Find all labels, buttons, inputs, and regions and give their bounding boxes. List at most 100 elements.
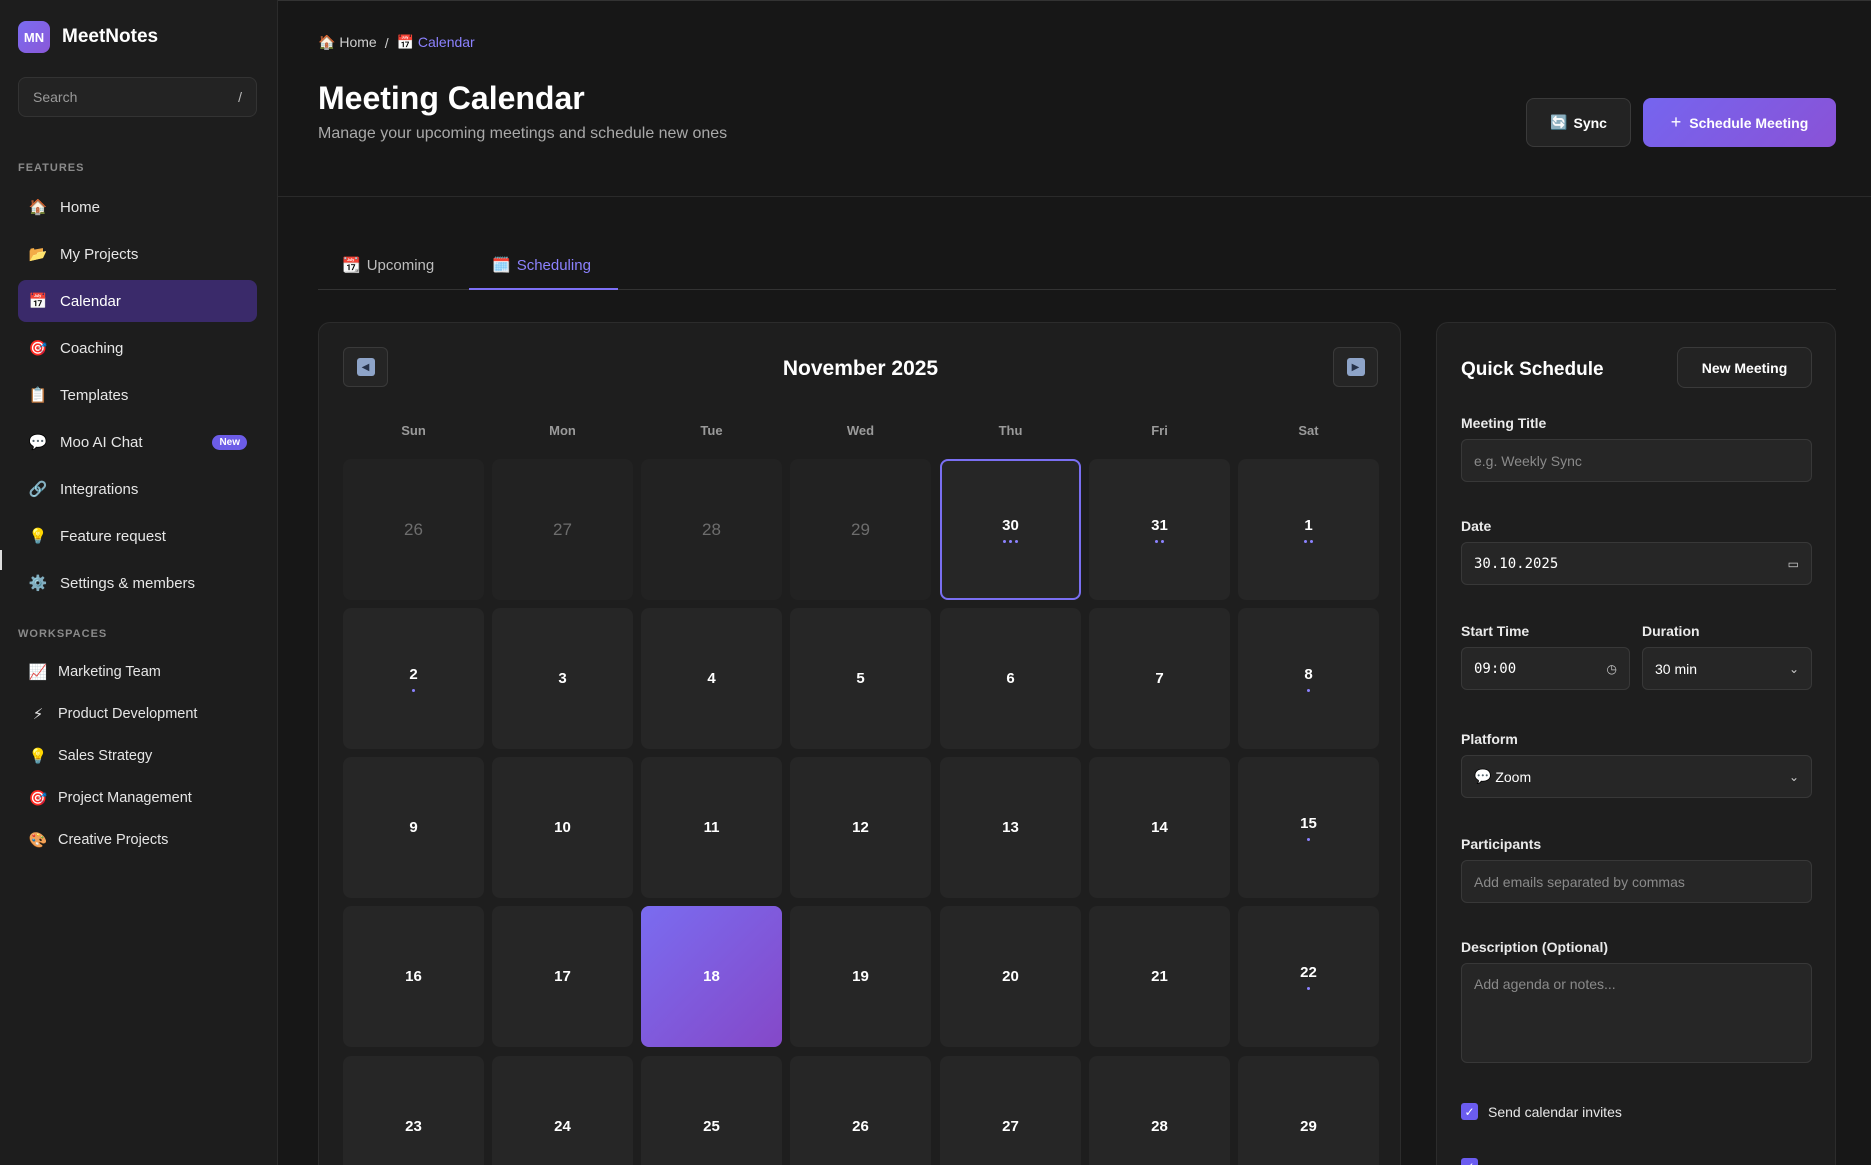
calendar-day-cell[interactable]: 9 (343, 757, 484, 898)
calendar-day-cell[interactable]: 12 (790, 757, 931, 898)
calendar-day-cell[interactable]: 22 (1238, 906, 1379, 1047)
month-label: November 2025 (782, 357, 939, 380)
calendar-day-cell[interactable]: 13 (940, 757, 1081, 898)
calendar-day-cell[interactable]: 28 (1089, 1056, 1230, 1165)
calendar-day-cell[interactable]: 26 (790, 1056, 931, 1165)
duration-select[interactable]: 30 min ⌄ (1642, 647, 1812, 690)
calendar-day-cell[interactable]: 19 (790, 906, 931, 1047)
second-option-checkbox[interactable]: ✓ (1461, 1158, 1478, 1165)
calendar-day-cell[interactable]: 27 (940, 1056, 1081, 1165)
sidebar-item-home[interactable]: 🏠 Home (18, 186, 257, 228)
calendar-picker-icon[interactable]: ▭ (1788, 557, 1799, 571)
tab-scheduling[interactable]: 🗓️ Scheduling (492, 240, 591, 290)
next-month-button[interactable]: ▶ (1333, 347, 1378, 387)
calendar-day-cell[interactable]: 18 (641, 906, 782, 1047)
tab-upcoming[interactable]: 📆 Upcoming (342, 240, 434, 290)
platform-value: Zoom (1495, 768, 1532, 785)
send-invites-checkbox[interactable]: ✓ (1461, 1103, 1478, 1120)
meeting-title-input[interactable]: e.g. Weekly Sync (1461, 439, 1812, 482)
day-number: 25 (703, 1118, 720, 1135)
calendar-day-cell[interactable]: 25 (641, 1056, 782, 1165)
sidebar-item-coaching[interactable]: 🎯 Coaching (18, 327, 257, 369)
calendar-day-cell[interactable]: 27 (492, 459, 633, 600)
event-dot (1307, 837, 1310, 841)
calendar-day-cell[interactable]: 6 (940, 608, 1081, 749)
workspace-item-marketing-team[interactable]: 📈 Marketing Team (18, 651, 257, 693)
calendar-day-cell[interactable]: 10 (492, 757, 633, 898)
calendar-day-cell[interactable]: 29 (790, 459, 931, 600)
duration-value: 30 min (1655, 660, 1698, 677)
workspaces-section-label: WORKSPACES (18, 628, 108, 640)
sidebar-item-settings[interactable]: ⚙️ Settings & members (18, 562, 257, 604)
calendar-day-cell[interactable]: 3 (492, 608, 633, 749)
day-number: 8 (1304, 665, 1313, 683)
clock-icon[interactable]: ◷ (1607, 662, 1617, 676)
calendar-day-cell[interactable]: 17 (492, 906, 633, 1047)
sidebar-item-moo-ai-chat[interactable]: 💬 Moo AI Chat New (18, 421, 257, 463)
tab-label: Scheduling (516, 256, 591, 274)
calendar-day-cell[interactable]: 2 (343, 608, 484, 749)
description-textarea[interactable]: Add agenda or notes... (1461, 963, 1812, 1063)
calendar-day-cell[interactable]: 20 (940, 906, 1081, 1047)
start-time-input[interactable]: 09:00 ◷ (1461, 647, 1630, 690)
workspace-item-product-development[interactable]: ⚡ Product Development (18, 693, 257, 735)
brand[interactable]: MN MeetNotes (18, 21, 158, 53)
date-input[interactable]: 30.10.2025 ▭ (1461, 542, 1812, 585)
calendar-day-cell[interactable]: 31 (1089, 459, 1230, 600)
calendar-day-cell[interactable]: 28 (641, 459, 782, 600)
second-option-row[interactable]: ✓ (1461, 1158, 1478, 1165)
chat-bubble-icon: 💬 (1474, 768, 1492, 784)
day-number: 31 (1151, 516, 1168, 534)
calendar-day-cell[interactable]: 16 (343, 906, 484, 1047)
day-number: 29 (851, 519, 870, 539)
day-number: 20 (1002, 968, 1019, 985)
sidebar-item-label: Home (60, 198, 101, 216)
sidebar-item-templates[interactable]: 📋 Templates (18, 374, 257, 416)
calendar-day-cell[interactable]: 4 (641, 608, 782, 749)
day-number: 14 (1151, 819, 1168, 836)
sidebar-item-my-projects[interactable]: 📂 My Projects (18, 233, 257, 275)
calendar-day-cell[interactable]: 5 (790, 608, 931, 749)
date-label: Date (1461, 518, 1492, 534)
calendar-day-cell[interactable]: 11 (641, 757, 782, 898)
new-meeting-button[interactable]: New Meeting (1677, 347, 1812, 388)
calendar-day-cell[interactable]: 26 (343, 459, 484, 600)
sidebar-resize-handle[interactable] (0, 550, 2, 570)
calendar-day-cell[interactable]: 7 (1089, 608, 1230, 749)
active-tab-indicator (469, 288, 618, 290)
workspace-item-creative-projects[interactable]: 🎨 Creative Projects (18, 819, 257, 861)
lightbulb-icon: 💡 (28, 748, 48, 765)
calendar-day-cell[interactable]: 23 (343, 1056, 484, 1165)
breadcrumb-home-label: Home (339, 34, 377, 50)
calendar-panel: ◀ November 2025 ▶ Sun Mon Tue Wed Thu Fri Sat 2… (318, 322, 1401, 1165)
send-invites-row[interactable]: ✓ Send calendar invites (1461, 1103, 1622, 1120)
schedule-meeting-button[interactable]: + Schedule Meeting (1643, 98, 1836, 147)
day-number: 4 (707, 670, 716, 687)
calendar-day-cell[interactable]: 14 (1089, 757, 1230, 898)
search-input[interactable]: Search / (18, 77, 257, 117)
platform-select[interactable]: 💬 Zoom ⌄ (1461, 755, 1812, 798)
home-icon: 🏠 (28, 199, 48, 216)
weekday-header: Mon (549, 423, 576, 438)
sidebar-item-feature-request[interactable]: 💡 Feature request (18, 515, 257, 557)
sidebar-item-integrations[interactable]: 🔗 Integrations (18, 468, 257, 510)
description-label: Description (Optional) (1461, 939, 1608, 955)
sync-button[interactable]: 🔄 Sync (1526, 98, 1631, 147)
day-number: 18 (703, 968, 720, 985)
sidebar: MN MeetNotes Search / FEATURES 🏠 Home 📂 My… (0, 0, 278, 1165)
sidebar-item-calendar[interactable]: 📅 Calendar (18, 280, 257, 322)
breadcrumb-separator: / (384, 34, 389, 51)
workspace-item-project-management[interactable]: 🎯 Project Management (18, 777, 257, 819)
calendar-day-cell[interactable]: 30 (940, 459, 1081, 600)
calendar-day-cell[interactable]: 29 (1238, 1056, 1379, 1165)
calendar-day-cell[interactable]: 1 (1238, 459, 1379, 600)
start-time-label: Start Time (1461, 623, 1530, 639)
workspace-label: Product Development (58, 706, 198, 722)
participants-input[interactable]: Add emails separated by commas (1461, 860, 1812, 903)
calendar-day-cell[interactable]: 15 (1238, 757, 1379, 898)
calendar-day-cell[interactable]: 24 (492, 1056, 633, 1165)
workspace-item-sales-strategy[interactable]: 💡 Sales Strategy (18, 735, 257, 777)
calendar-day-cell[interactable]: 21 (1089, 906, 1230, 1047)
breadcrumb-home[interactable]: 🏠 Home (318, 34, 377, 51)
calendar-day-cell[interactable]: 8 (1238, 608, 1379, 749)
